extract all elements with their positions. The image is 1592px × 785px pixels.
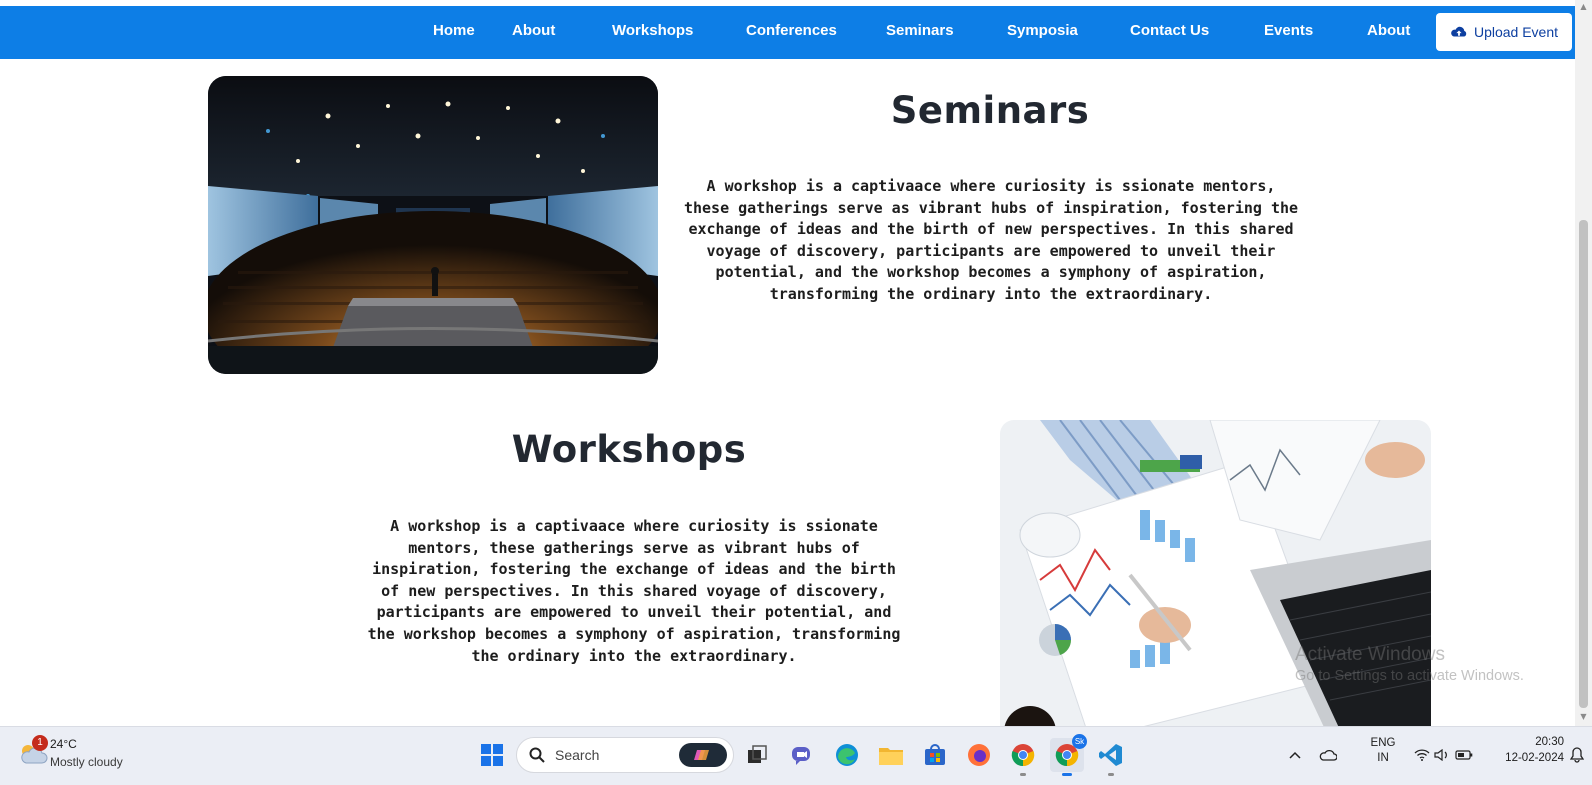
weather-temperature: 24°C bbox=[50, 737, 77, 751]
language-code: ENG bbox=[1370, 737, 1396, 749]
main-navbar: Home About Workshops Conferences Seminar… bbox=[0, 6, 1575, 59]
nav-workshops[interactable]: Workshops bbox=[612, 22, 693, 39]
edge-icon[interactable] bbox=[830, 738, 864, 772]
chevron-up-icon[interactable] bbox=[1285, 738, 1305, 772]
seminar-hall-image bbox=[208, 76, 658, 374]
watermark-title: Activate Windows bbox=[1295, 644, 1445, 665]
nav-about-2[interactable]: About bbox=[1367, 22, 1410, 39]
scroll-down-arrow-icon[interactable]: ▼ bbox=[1578, 712, 1589, 722]
weather-widget[interactable]: 1 24°C Mostly cloudy bbox=[14, 735, 154, 775]
nav-about[interactable]: About bbox=[512, 22, 555, 39]
taskbar-search-box[interactable]: Search bbox=[516, 737, 734, 773]
nav-home[interactable]: Home bbox=[433, 22, 475, 39]
firefox-icon[interactable] bbox=[962, 738, 996, 772]
start-icon[interactable] bbox=[475, 738, 509, 772]
chrome-profile-badge: Sk bbox=[1072, 734, 1087, 749]
chrome-icon[interactable] bbox=[1006, 738, 1040, 776]
file-explorer-icon[interactable] bbox=[874, 738, 908, 772]
teams-icon[interactable] bbox=[785, 738, 819, 772]
workshops-description: A workshop is a captivaace where curiosi… bbox=[367, 517, 901, 665]
seminars-description: A workshop is a captivaace where curiosi… bbox=[683, 177, 1299, 303]
weather-condition: Mostly cloudy bbox=[50, 755, 123, 769]
windows-taskbar: 1 24°C Mostly cloudy Search Sk ENG IN 20… bbox=[0, 726, 1592, 785]
nav-conferences[interactable]: Conferences bbox=[746, 22, 837, 39]
volume-icon[interactable] bbox=[1432, 738, 1452, 772]
onedrive-cloud-icon[interactable] bbox=[1316, 738, 1340, 772]
wifi-icon[interactable] bbox=[1412, 738, 1432, 772]
page-content: Seminars A workshop is a captivaace wher… bbox=[0, 59, 1575, 726]
search-placeholder: Search bbox=[555, 747, 600, 763]
workshops-title: Workshops bbox=[511, 428, 747, 471]
upload-event-label: Upload Event bbox=[1473, 24, 1559, 40]
nav-symposia[interactable]: Symposia bbox=[1007, 22, 1078, 39]
chrome-profile-icon[interactable]: Sk bbox=[1050, 734, 1087, 776]
notification-bell-icon[interactable] bbox=[1566, 738, 1588, 772]
region-code: IN bbox=[1377, 752, 1389, 764]
cloud-upload-icon bbox=[1451, 26, 1467, 37]
nav-contact-us[interactable]: Contact Us bbox=[1130, 22, 1209, 39]
copilot-icon[interactable] bbox=[679, 743, 727, 767]
clock-time: 20:30 bbox=[1535, 736, 1564, 748]
microsoft-store-icon[interactable] bbox=[918, 738, 952, 772]
language-indicator[interactable]: ENG IN bbox=[1368, 737, 1398, 764]
nav-events[interactable]: Events bbox=[1264, 22, 1313, 39]
scrollbar-thumb[interactable] bbox=[1579, 220, 1588, 708]
activate-windows-watermark: Activate Windows Go to Settings to activ… bbox=[1295, 644, 1524, 684]
page-scrollbar[interactable]: ▲ ▼ bbox=[1575, 0, 1592, 726]
vscode-icon[interactable] bbox=[1094, 738, 1128, 776]
nav-seminars[interactable]: Seminars bbox=[886, 22, 954, 39]
clock-date: 12-02-2024 bbox=[1505, 752, 1564, 764]
clock[interactable]: 20:30 12-02-2024 bbox=[1486, 736, 1564, 764]
task-view-icon[interactable] bbox=[740, 738, 774, 772]
weather-notification-badge: 1 bbox=[32, 735, 48, 751]
search-icon bbox=[529, 747, 545, 763]
battery-icon[interactable] bbox=[1452, 738, 1476, 772]
scroll-up-arrow-icon[interactable]: ▲ bbox=[1578, 2, 1589, 12]
seminars-title: Seminars bbox=[890, 89, 1090, 132]
upload-event-button[interactable]: Upload Event bbox=[1436, 13, 1572, 51]
watermark-subtitle: Go to Settings to activate Windows. bbox=[1295, 668, 1524, 684]
